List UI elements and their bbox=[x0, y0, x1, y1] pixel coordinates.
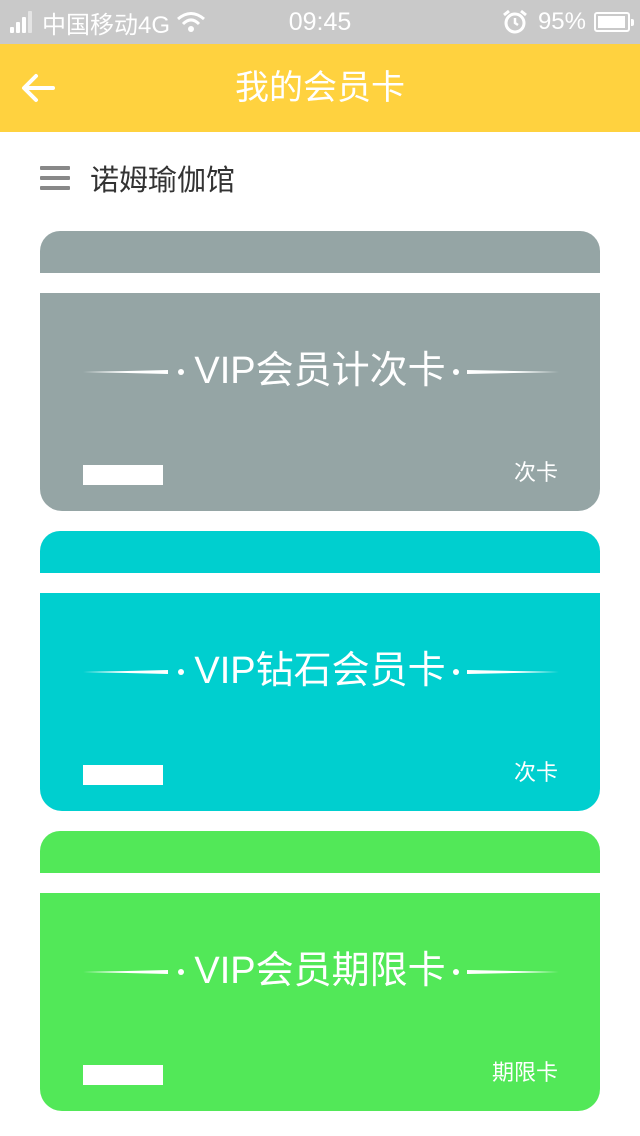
card-type-label: 次卡 bbox=[513, 761, 558, 786]
decor-line-right bbox=[453, 369, 559, 375]
card-body: VIP会员计次卡 次卡 bbox=[40, 293, 600, 511]
battery-fill bbox=[598, 16, 625, 28]
page-title: 我的会员卡 bbox=[235, 68, 405, 108]
card-barcode-bar bbox=[83, 1065, 163, 1085]
card-title-row: VIP会员计次卡 bbox=[40, 343, 600, 399]
menu-icon[interactable] bbox=[40, 166, 70, 190]
alarm-icon bbox=[503, 9, 527, 34]
card-type-label: 期限卡 bbox=[491, 1061, 558, 1086]
battery-percent: 95% bbox=[537, 8, 586, 35]
battery-icon bbox=[594, 12, 634, 32]
card-tab bbox=[40, 831, 600, 873]
status-right: 95% bbox=[502, 0, 634, 44]
card-type-label: 次卡 bbox=[513, 461, 558, 486]
card-title-row: VIP会员期限卡 bbox=[40, 943, 600, 999]
decor-line-right bbox=[453, 669, 559, 675]
status-bar: 中国移动4G 09:45 95% bbox=[0, 0, 640, 44]
card-tab bbox=[40, 531, 600, 573]
card-body: VIP会员期限卡 期限卡 bbox=[40, 893, 600, 1111]
decor-line-right bbox=[453, 969, 559, 975]
member-card-2[interactable]: VIP钻石会员卡 次卡 bbox=[40, 531, 600, 811]
card-body: VIP钻石会员卡 次卡 bbox=[40, 593, 600, 811]
store-row: 诺姆瑜伽馆 bbox=[40, 152, 235, 204]
member-card-1[interactable]: VIP会员计次卡 次卡 bbox=[40, 231, 600, 511]
store-name: 诺姆瑜伽馆 bbox=[90, 163, 236, 197]
member-card-3[interactable]: VIP会员期限卡 期限卡 bbox=[40, 831, 600, 1111]
card-title-row: VIP钻石会员卡 bbox=[40, 643, 600, 699]
header-bar: 我的会员卡 bbox=[0, 44, 640, 132]
card-tab bbox=[40, 231, 600, 273]
card-barcode-bar bbox=[83, 465, 163, 485]
card-barcode-bar bbox=[83, 765, 163, 785]
